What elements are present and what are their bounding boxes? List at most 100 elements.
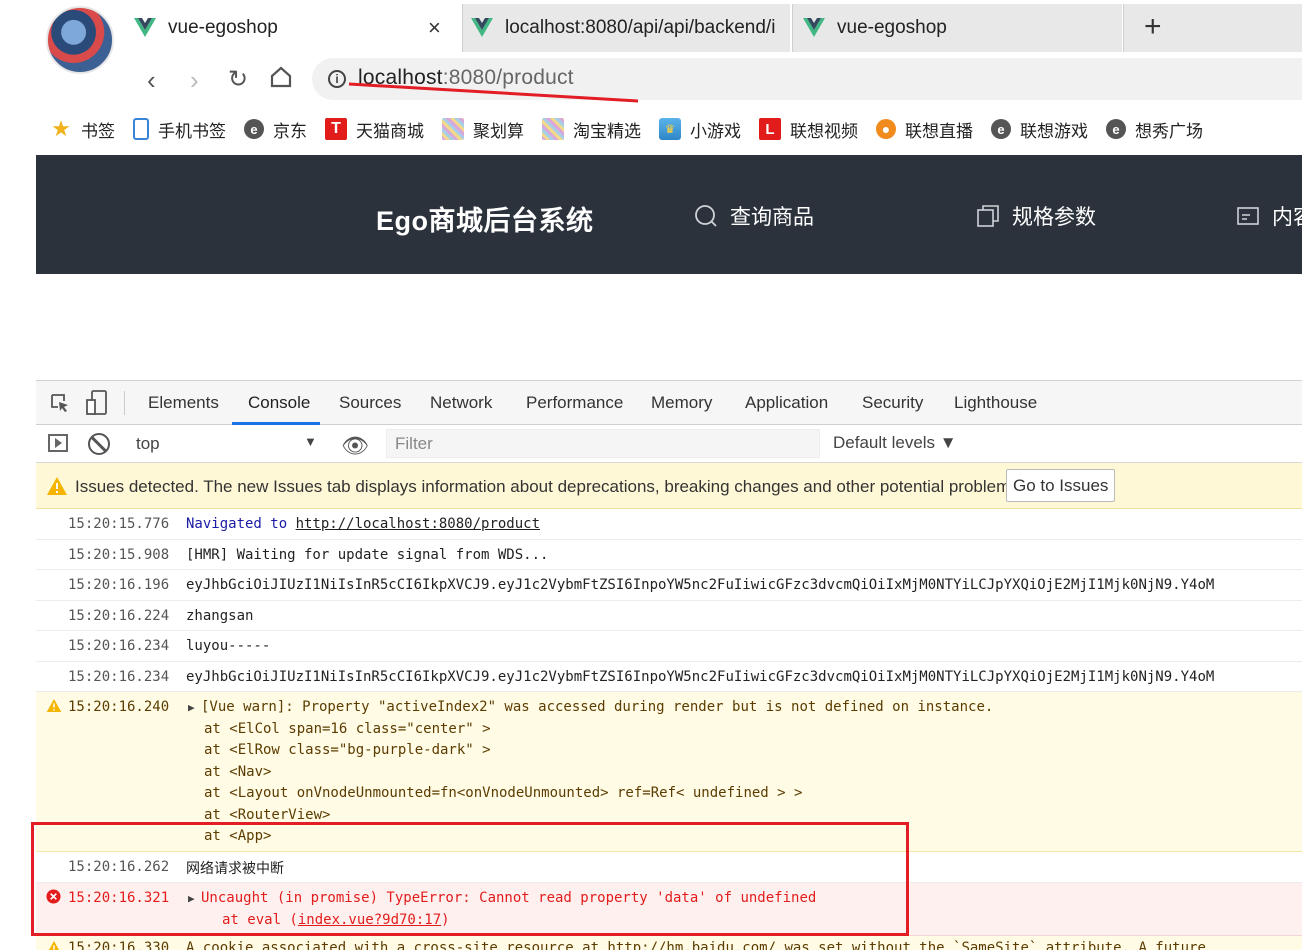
browser-tab[interactable]: localhost:8080/api/api/backend/i [462,4,790,52]
divider [124,391,125,415]
console-warning: 15:20:16.240 ▶ [Vue warn]: Property "act… [36,692,1302,852]
bookmark-item[interactable]: e 联想游戏 [991,117,1088,142]
log-text: [Vue warn]: Property "activeIndex2" was … [201,699,994,715]
console-message: 15:20:15.908 [HMR] Waiting for update si… [36,540,1302,570]
warning-icon [47,477,67,495]
tab-performance[interactable]: Performance [526,393,623,413]
site-info-icon[interactable]: i [328,70,346,88]
forward-button[interactable]: › [190,66,199,94]
log-levels-dropdown[interactable]: Default levels ▼ [833,433,957,453]
bookmarks-bar: ★ 书签 手机书签 e 京东 T 天猫商城 聚划算 淘宝精选 ♛ 小游戏 L 联想视频 ●… [50,112,1221,146]
console-toolbar: top ▼ 👁 Default levels ▼ [36,425,1302,463]
nav-item-query-products[interactable]: 查询商品 [694,201,814,231]
device-toolbar-icon[interactable] [86,390,108,416]
stack-frame: at <ElRow class="bg-purple-dark" > [204,742,491,758]
console-warning: 15:20:16.330 A cookie associated with a … [36,936,1302,950]
console-message: 15:20:15.776 Navigated to http://localho… [36,509,1302,540]
tab-application[interactable]: Application [745,393,828,413]
browser-tab[interactable]: vue-egoshop [792,4,1122,52]
bookmark-item[interactable]: 手机书签 [133,117,226,142]
tab-sources[interactable]: Sources [339,393,401,413]
log-timestamp: 15:20:15.776 [68,516,170,532]
tab-console[interactable]: Console [248,393,310,413]
stack-frame: at <ElCol span=16 class="center" > [204,721,491,737]
expand-triangle-icon[interactable]: ▶ [188,892,195,905]
navigated-url-link[interactable]: http://localhost:8080/product [296,516,540,532]
tab-elements[interactable]: Elements [148,393,219,413]
log-timestamp: 15:20:16.234 [68,669,170,685]
red-annotation-underline [348,82,639,103]
dropdown-arrow-icon[interactable]: ▼ [304,434,317,449]
grid-icon [442,118,464,140]
go-to-issues-button[interactable]: Go to Issues [1006,469,1116,502]
profile-avatar[interactable] [46,6,114,74]
browser-tab-active[interactable]: vue-egoshop × [134,4,460,52]
console-message: 15:20:16.196 eyJhbGciOiJIUzI1NiIsInR5cCI… [36,570,1302,601]
bookmark-item[interactable]: ♛ 小游戏 [659,117,741,142]
log-timestamp: 15:20:16.196 [68,577,170,593]
nav-item-spec-params[interactable]: 规格参数 [976,201,1096,231]
lenovo-icon: L [759,118,781,140]
devtools-panel: Elements Console Sources Network Perform… [36,380,1302,950]
nav-item-content[interactable]: 内容 [1236,201,1302,231]
content-icon [1237,207,1259,225]
source-link[interactable]: index.vue?9d70:17 [298,912,441,928]
console-error: 15:20:16.321 ▶ Uncaught (in promise) Typ… [36,883,1302,936]
reload-button[interactable]: ↻ [228,66,248,94]
expand-triangle-icon[interactable]: ▶ [188,701,195,714]
site-title: Ego商城后台系统 [376,206,594,236]
log-timestamp: 15:20:16.240 [68,699,170,715]
stack-frame: at <Layout onVnodeUnmounted=fn<onVnodeUn… [204,785,803,801]
bookmark-item[interactable]: e 想秀广场 [1106,117,1203,142]
stack-frame: at <App> [204,828,272,844]
log-timestamp: 15:20:16.330 [68,940,170,950]
bookmark-item[interactable]: e 京东 [244,117,307,142]
log-text: [HMR] Waiting for update signal from WDS… [186,547,549,563]
log-text: 网络请求被中断 [186,861,284,877]
clear-console-icon[interactable] [88,433,110,455]
bookmark-item[interactable]: ● 联想直播 [876,117,973,142]
new-tab-plus-icon[interactable]: + [1144,10,1162,44]
bookmark-item[interactable]: 淘宝精选 [542,117,641,142]
crown-icon: ♛ [659,118,681,140]
log-timestamp: 15:20:16.262 [68,859,170,875]
back-button[interactable]: ‹ [147,66,156,94]
bookmark-item[interactable]: 聚划算 [442,117,524,142]
stack-frame: at <RouterView> [204,807,331,823]
bookmark-item[interactable]: L 联想视频 [759,117,858,142]
tab-lighthouse[interactable]: Lighthouse [954,393,1037,413]
eye-icon[interactable]: 👁 [341,433,369,459]
devtools-tabbar: Elements Console Sources Network Perform… [36,381,1302,425]
log-text: A cookie associated with a cross-site re… [186,940,1206,950]
log-text: eyJhbGciOiJIUzI1NiIsInR5cCI6IkpXVCJ9.eyJ… [186,669,1215,685]
issues-message: Issues detected. The new Issues tab disp… [75,477,1024,496]
context-selector[interactable]: top [136,434,316,454]
tab-close-icon[interactable]: × [428,15,441,41]
home-icon[interactable] [270,66,292,88]
tab-security[interactable]: Security [862,393,923,413]
bookmark-item[interactable]: T 天猫商城 [325,117,424,142]
tab-title: vue-egoshop [168,17,278,38]
vue-logo-icon [471,18,493,37]
filter-input[interactable] [386,429,820,458]
console-message: 15:20:16.262 网络请求被中断 [36,852,1302,883]
e-icon: e [991,119,1011,139]
copy-icon [977,205,999,227]
inspect-element-icon[interactable] [50,393,70,413]
log-text: Uncaught (in promise) TypeError: Cannot … [201,890,817,906]
tab-network[interactable]: Network [430,393,492,413]
log-text: Navigated to http://localhost:8080/produ… [186,516,541,532]
log-text: luyou----- [186,638,271,654]
stack-frame: at eval (index.vue?9d70:17) [222,912,450,928]
vue-logo-icon [134,18,156,37]
phone-icon [133,118,149,140]
warning-icon [46,698,62,713]
bookmark-item[interactable]: ★ 书签 [50,116,115,142]
console-message: 15:20:16.234 eyJhbGciOiJIUzI1NiIsInR5cCI… [36,662,1302,692]
app-header: Ego商城后台系统 查询商品 规格参数 内容 [36,155,1302,274]
tab-memory[interactable]: Memory [651,393,712,413]
show-sidebar-icon[interactable] [48,434,68,452]
log-timestamp: 15:20:16.234 [68,638,170,654]
log-timestamp: 15:20:16.321 [68,890,170,906]
console-messages: 15:20:15.776 Navigated to http://localho… [36,509,1302,950]
